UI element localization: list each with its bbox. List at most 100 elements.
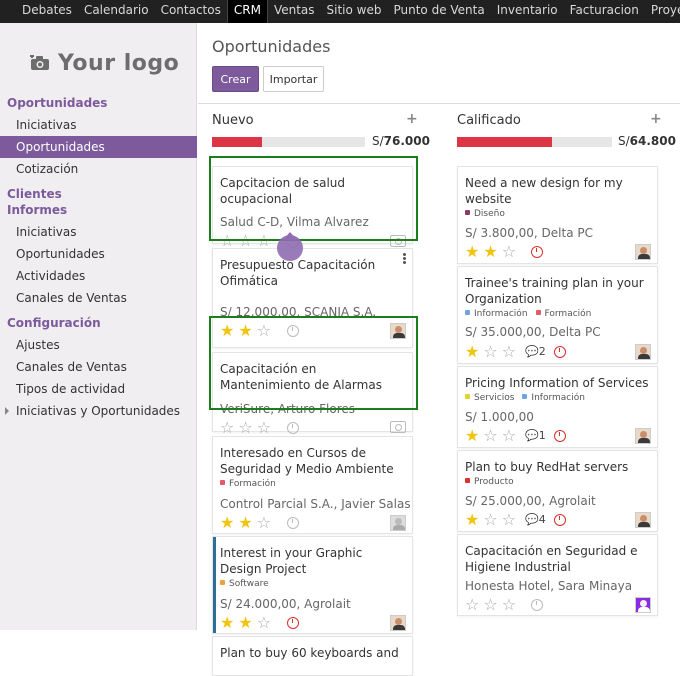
opportunity-card[interactable]: Interesado en Cursos de Seguridad y Medi… <box>212 436 413 534</box>
nav-punto-de-venta[interactable]: Punto de Venta <box>387 0 490 23</box>
nav-proyecto[interactable]: Proyecto <box>645 0 680 23</box>
activity-clock-icon[interactable] <box>554 430 566 442</box>
activity-clock-icon[interactable] <box>287 517 299 529</box>
column-progress-bar[interactable] <box>212 137 365 147</box>
star-icon[interactable]: ☆ <box>483 428 497 444</box>
star-icon[interactable]: ★ <box>220 515 234 531</box>
card-tags: Producto <box>465 477 514 487</box>
avatar <box>635 597 651 613</box>
message-count-value: 2 <box>538 345 546 358</box>
card-menu-icon[interactable] <box>403 253 406 264</box>
column-total-value: 76.000 <box>383 134 430 148</box>
camera-icon <box>30 55 49 70</box>
sidebar-item-informes-iniciativas[interactable]: Iniciativas <box>0 221 197 243</box>
nav-sitio-web[interactable]: Sitio web <box>321 0 388 23</box>
opportunity-card[interactable]: Trainee's training plan in your Organiza… <box>457 266 658 364</box>
sidebar-section-configuracion: Configuración <box>7 316 101 330</box>
activity-clock-icon[interactable] <box>554 346 566 358</box>
priority-stars[interactable]: ★ ★ ☆ <box>465 244 516 260</box>
opportunity-card[interactable]: Capacitación en Seguridad e Higiene Indu… <box>457 534 658 616</box>
sidebar-item-iniciativas[interactable]: Iniciativas <box>0 114 197 136</box>
opportunity-card[interactable]: Plan to buy 60 keyboards and <box>212 636 413 676</box>
priority-stars[interactable]: ☆ ☆ ☆ <box>465 597 516 613</box>
priority-stars[interactable]: ★ ★ ☆ <box>220 515 271 531</box>
priority-stars[interactable]: ☆ ☆ ☆ <box>220 420 271 436</box>
comments-icon: 💬 <box>525 345 539 358</box>
sidebar-item-canales-de-ventas[interactable]: Canales de Ventas <box>0 287 197 309</box>
top-navbar: Debates Calendario Contactos CRM Ventas … <box>0 0 680 23</box>
sidebar-item-config-canales[interactable]: Canales de Ventas <box>0 356 197 378</box>
avatar <box>635 512 651 528</box>
highlight-box <box>209 156 418 241</box>
sidebar-item-oportunidades[interactable]: Oportunidades <box>0 136 197 158</box>
sidebar-item-actividades[interactable]: Actividades <box>0 265 197 287</box>
star-icon[interactable]: ★ <box>465 512 479 528</box>
activity-clock-icon[interactable] <box>531 246 543 258</box>
priority-stars[interactable]: ★ ☆ ☆ <box>465 512 516 528</box>
card-tags: Información Formación <box>465 309 591 319</box>
priority-stars[interactable]: ★ ★ ☆ <box>220 615 271 631</box>
star-icon[interactable]: ★ <box>465 244 479 260</box>
star-icon[interactable]: ☆ <box>502 512 516 528</box>
nav-ventas[interactable]: Ventas <box>268 0 321 23</box>
star-icon[interactable]: ☆ <box>502 344 516 360</box>
nav-contactos[interactable]: Contactos <box>155 0 227 23</box>
star-icon[interactable]: ☆ <box>257 615 271 631</box>
sidebar-section-clientes[interactable]: Clientes <box>0 186 197 202</box>
sidebar-item-ajustes[interactable]: Ajustes <box>0 334 197 356</box>
company-logo[interactable]: Your logo <box>30 48 180 78</box>
star-icon[interactable]: ★ <box>238 615 252 631</box>
opportunity-card[interactable]: Interest in your Graphic Design Project … <box>212 536 413 634</box>
sidebar-item-iniciativas-y-oportunidades[interactable]: Iniciativas y Oportunidades <box>0 400 197 422</box>
tag-formacion: Formación <box>220 479 276 489</box>
star-icon[interactable]: ☆ <box>502 597 516 613</box>
sidebar-item-tipos-actividad[interactable]: Tipos de actividad <box>0 378 197 400</box>
activity-clock-icon[interactable] <box>287 617 299 629</box>
star-icon[interactable]: ☆ <box>483 512 497 528</box>
star-icon[interactable]: ☆ <box>502 244 516 260</box>
main-content: Oportunidades Crear Importar Nuevo + S/7… <box>198 23 680 676</box>
tag-servicios: Servicios <box>465 393 514 403</box>
star-icon[interactable]: ☆ <box>465 597 479 613</box>
star-icon[interactable]: ★ <box>483 244 497 260</box>
column-progress-bar[interactable] <box>457 137 612 147</box>
add-card-icon[interactable]: + <box>406 111 418 127</box>
card-title: Interest in your Graphic Design Project <box>220 546 363 576</box>
message-count[interactable]: 💬4 <box>525 513 546 526</box>
nav-crm[interactable]: CRM <box>226 0 268 23</box>
nav-inventario[interactable]: Inventario <box>491 0 564 23</box>
star-icon[interactable]: ☆ <box>502 428 516 444</box>
nav-facturacion[interactable]: Facturacion <box>564 0 645 23</box>
priority-stars[interactable]: ★ ☆ ☆ <box>465 428 516 444</box>
star-icon[interactable]: ☆ <box>238 420 252 436</box>
card-title: Pricing Information of Services <box>465 376 649 390</box>
nav-debates[interactable]: Debates <box>0 0 78 23</box>
star-icon[interactable]: ★ <box>465 428 479 444</box>
card-title: Plan to buy RedHat servers <box>465 460 629 474</box>
sidebar-menu: Oportunidades Iniciativas Oportunidades … <box>0 93 197 422</box>
star-icon[interactable]: ☆ <box>220 420 234 436</box>
star-icon[interactable]: ★ <box>465 344 479 360</box>
sidebar-item-cotizacion[interactable]: Cotización <box>0 158 197 180</box>
star-icon[interactable]: ☆ <box>257 420 271 436</box>
star-icon[interactable]: ☆ <box>257 515 271 531</box>
sidebar-item-informes-oportunidades[interactable]: Oportunidades <box>0 243 197 265</box>
activity-clock-icon[interactable] <box>287 422 299 434</box>
star-icon[interactable]: ★ <box>238 515 252 531</box>
activity-clock-icon[interactable] <box>531 599 543 611</box>
card-subtitle: S/ 25.000,00, Agrolait <box>465 494 596 508</box>
create-button[interactable]: Crear <box>212 66 259 92</box>
opportunity-card[interactable]: Pricing Information of Services Servicio… <box>457 366 658 448</box>
import-button[interactable]: Importar <box>263 66 324 92</box>
opportunity-card[interactable]: Plan to buy RedHat servers Producto S/ 2… <box>457 450 658 532</box>
message-count[interactable]: 💬2 <box>525 345 546 358</box>
message-count[interactable]: 💬1 <box>525 429 546 442</box>
star-icon[interactable]: ☆ <box>483 597 497 613</box>
activity-clock-icon[interactable] <box>554 514 566 526</box>
star-icon[interactable]: ☆ <box>483 344 497 360</box>
priority-stars[interactable]: ★ ☆ ☆ <box>465 344 516 360</box>
add-card-icon[interactable]: + <box>650 111 662 127</box>
nav-calendario[interactable]: Calendario <box>78 0 155 23</box>
star-icon[interactable]: ★ <box>220 615 234 631</box>
opportunity-card[interactable]: Need a new design for my website Diseño … <box>457 166 658 264</box>
